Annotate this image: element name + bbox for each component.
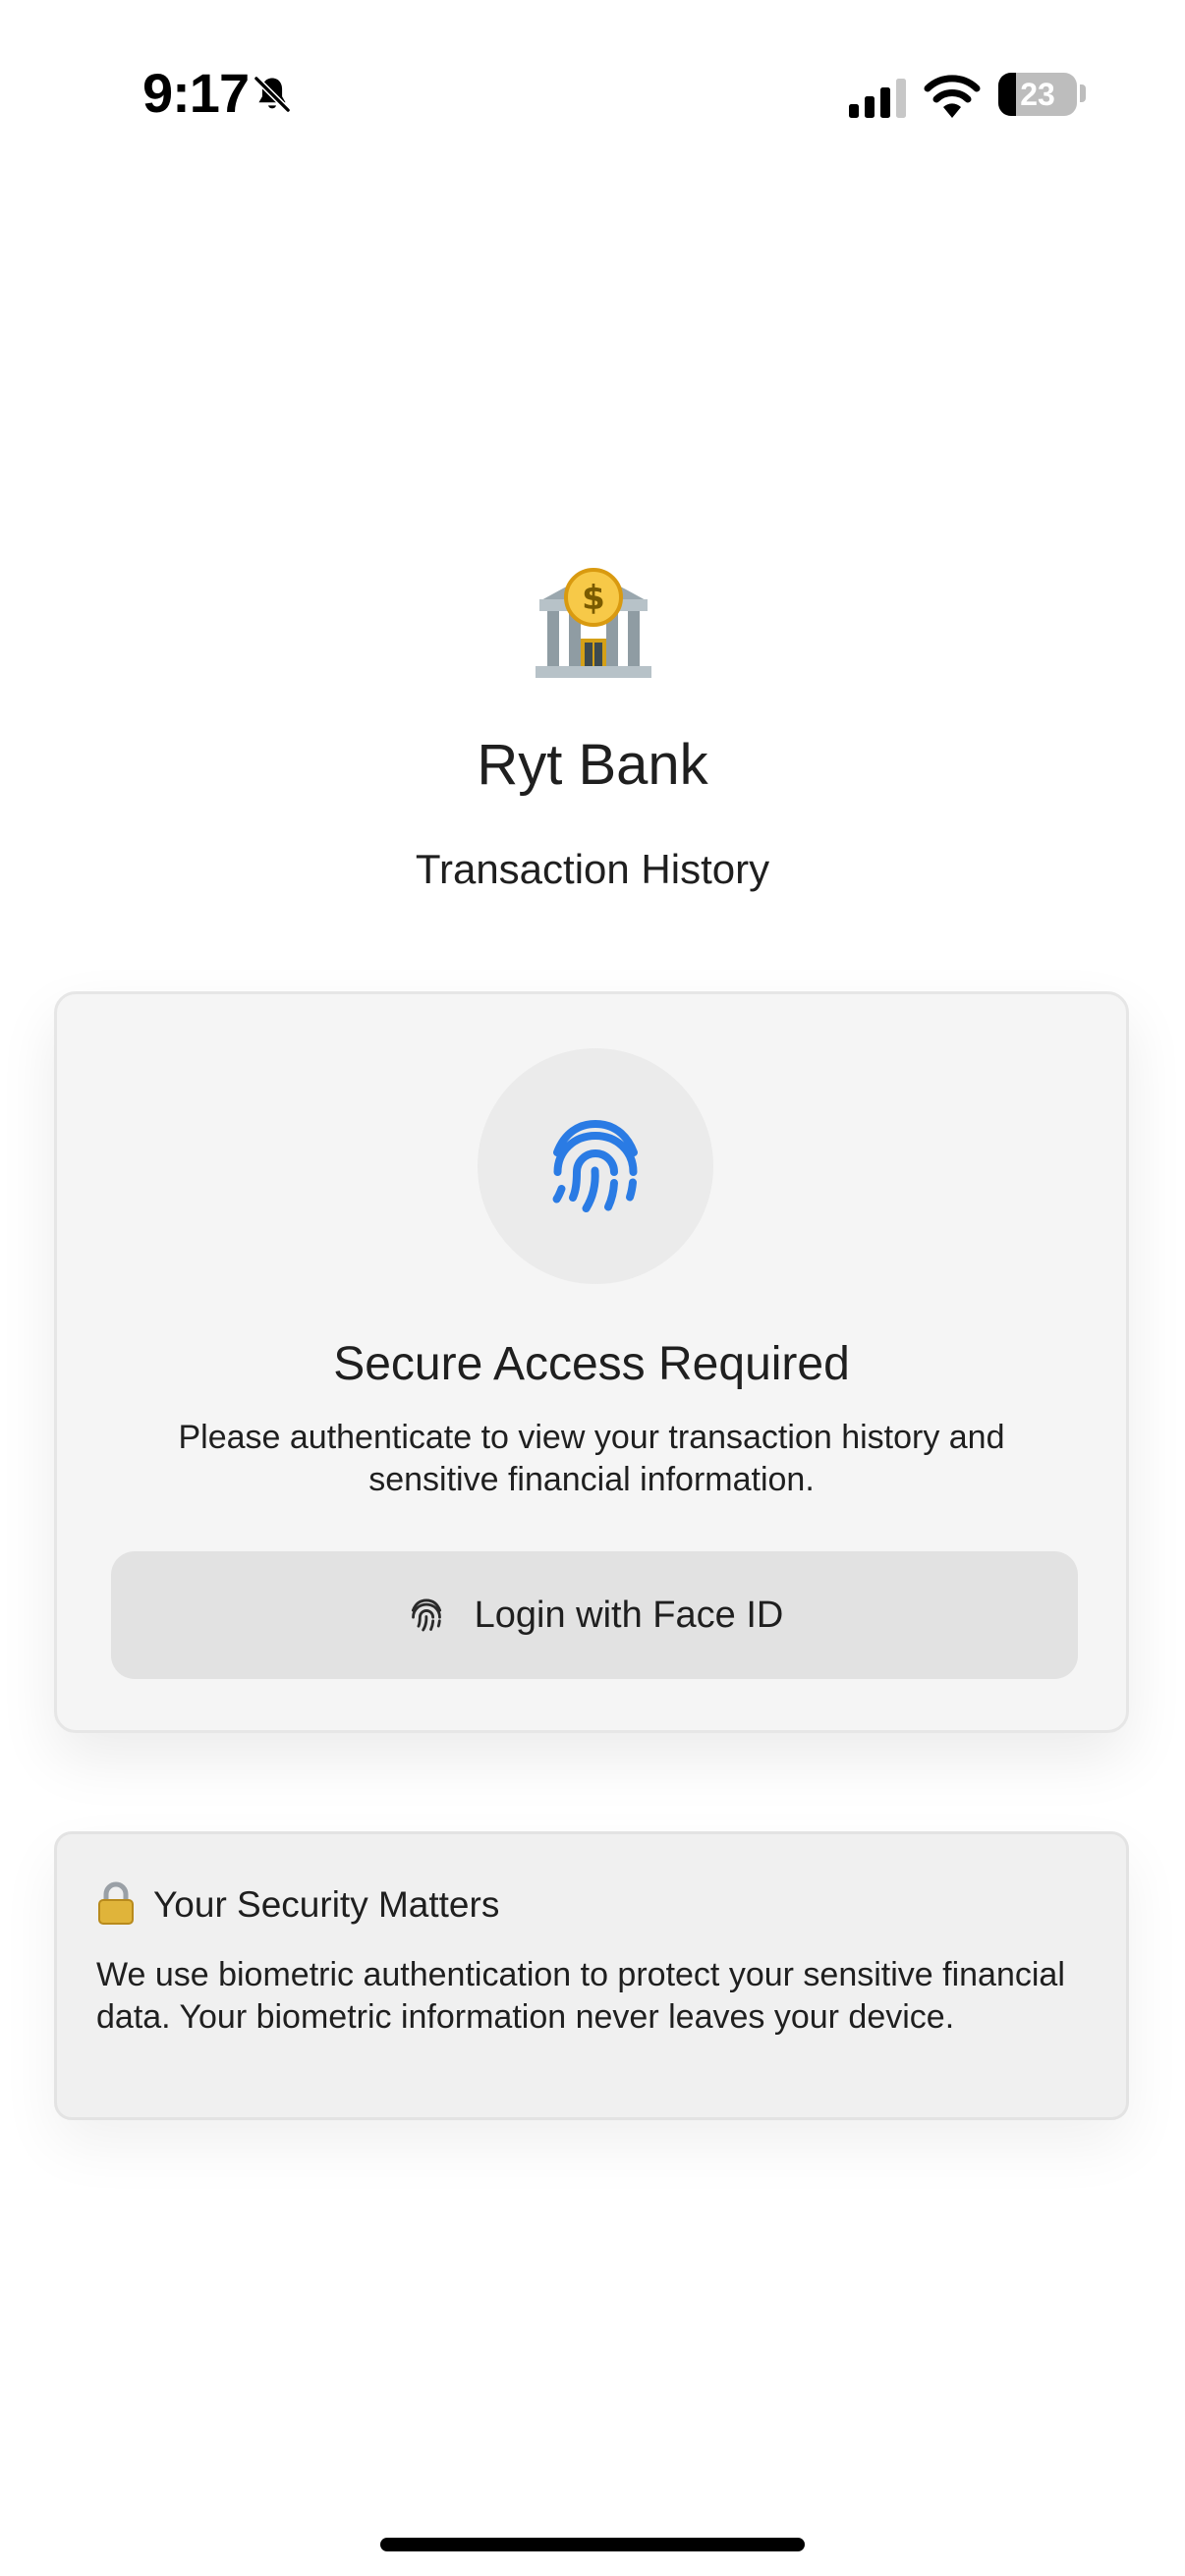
fingerprint-badge [478, 1048, 713, 1284]
cellular-signal-icon [849, 79, 906, 118]
bell-slash-icon [253, 75, 292, 114]
battery-cap [1080, 84, 1086, 102]
battery-percentage: 23 [1020, 77, 1055, 112]
battery-icon: 23 [998, 73, 1077, 116]
security-text: We use biometric authentication to prote… [96, 1956, 1065, 2036]
login-face-id-button[interactable]: Login with Face ID [111, 1551, 1078, 1679]
status-time: 9:17 [142, 62, 250, 124]
fingerprint-icon [411, 1598, 441, 1632]
fingerprint-icon [552, 1119, 638, 1212]
svg-text:$: $ [582, 579, 605, 618]
login-button-label: Login with Face ID [474, 1594, 784, 1636]
page-subtitle: Transaction History [415, 846, 770, 892]
card-description: Please authenticate to view your transac… [178, 1419, 1005, 1498]
wifi-icon [924, 75, 981, 118]
status-bar: 9:17 23 [0, 0, 1185, 187]
card-title: Secure Access Required [333, 1338, 850, 1390]
home-indicator[interactable] [380, 2538, 805, 2551]
security-info-card: Your Security Matters We use biometric a… [54, 1831, 1129, 2120]
auth-card: Secure Access Required Please authentica… [54, 991, 1129, 1733]
lock-icon [98, 1881, 134, 1925]
security-title: Your Security Matters [153, 1884, 500, 1925]
bank-icon: $ [536, 568, 651, 678]
app-title: Ryt Bank [477, 733, 708, 797]
